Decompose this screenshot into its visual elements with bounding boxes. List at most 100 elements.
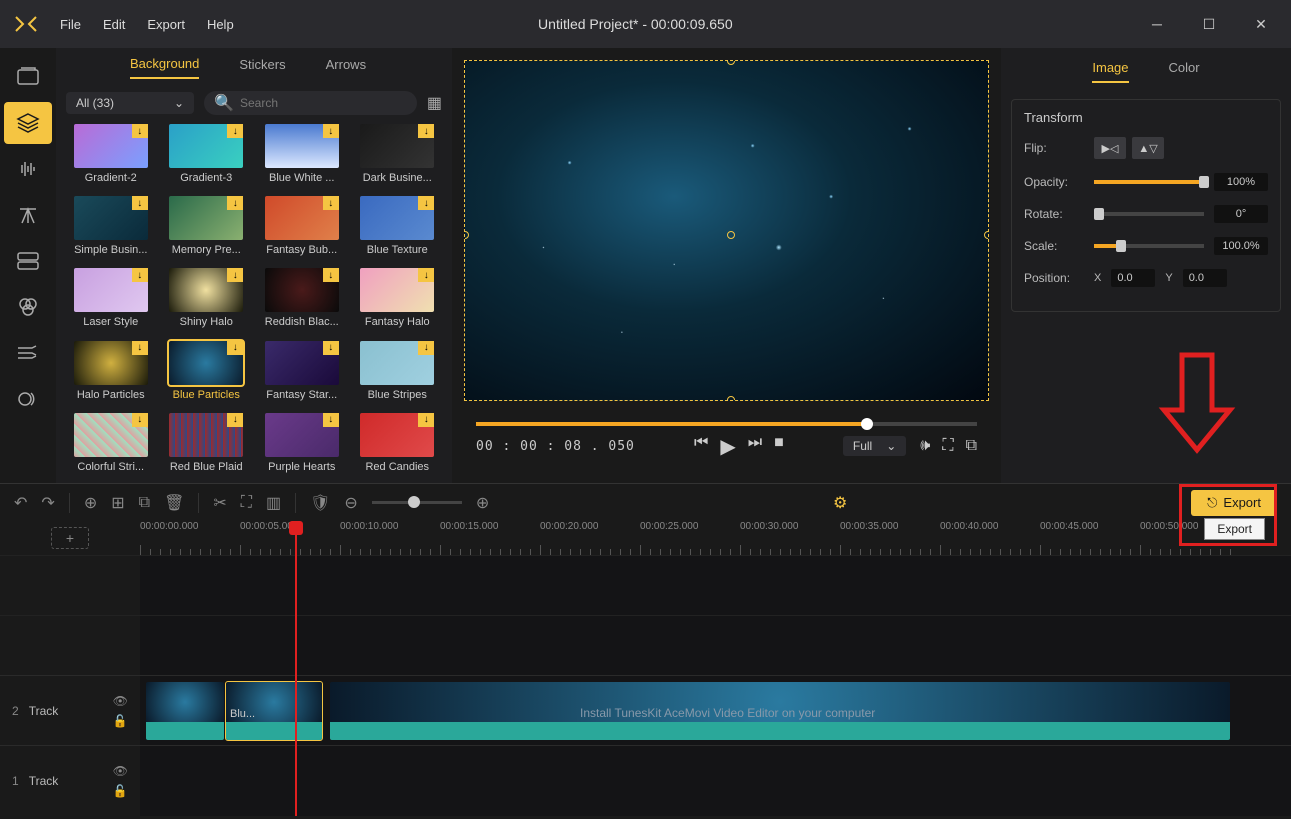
download-badge-icon[interactable]: ↓ — [418, 268, 434, 282]
background-item[interactable]: ↓Fantasy Star... — [257, 341, 347, 407]
background-thumb[interactable]: ↓ — [360, 413, 434, 457]
track-row[interactable] — [140, 745, 1291, 815]
nav-text-icon[interactable] — [4, 194, 52, 236]
download-badge-icon[interactable]: ↓ — [418, 124, 434, 138]
background-thumb[interactable]: ↓ — [169, 196, 243, 240]
background-item[interactable]: ↓Blue Particles — [162, 341, 252, 407]
background-thumb[interactable]: ↓ — [265, 196, 339, 240]
background-thumb[interactable]: ↓ — [360, 268, 434, 312]
playhead[interactable] — [295, 521, 297, 816]
add-icon[interactable]: ⊞ — [111, 493, 124, 513]
resize-handle[interactable] — [464, 231, 469, 239]
add-track-button[interactable]: + — [51, 527, 89, 549]
opacity-value[interactable]: 100% — [1214, 173, 1268, 191]
nav-transitions-icon[interactable] — [4, 332, 52, 374]
download-badge-icon[interactable]: ↓ — [227, 196, 243, 210]
download-badge-icon[interactable]: ↓ — [418, 413, 434, 427]
scale-value[interactable]: 100.0% — [1214, 237, 1268, 255]
settings-icon[interactable]: ⚙ — [833, 493, 847, 513]
rotate-value[interactable]: 0° — [1214, 205, 1268, 223]
background-item[interactable]: ↓Laser Style — [66, 268, 156, 334]
marker-icon[interactable]: ⊕ — [84, 493, 97, 513]
tag-icon[interactable]: 🛡 — [310, 493, 330, 513]
track-row[interactable]: Blu...Install TunesKit AceMovi Video Edi… — [140, 675, 1291, 745]
timeline-clip[interactable]: Install TunesKit AceMovi Video Editor on… — [330, 682, 1230, 740]
background-item[interactable]: ↓Blue White ... — [257, 124, 347, 190]
background-thumb[interactable]: ↓ — [360, 341, 434, 385]
background-thumb[interactable]: ↓ — [360, 124, 434, 168]
zoom-slider[interactable] — [372, 501, 462, 504]
menu-file[interactable]: File — [60, 17, 81, 32]
background-item[interactable]: ↓Gradient-2 — [66, 124, 156, 190]
download-badge-icon[interactable]: ↓ — [227, 268, 243, 282]
download-badge-icon[interactable]: ↓ — [132, 413, 148, 427]
progress-knob[interactable] — [861, 418, 873, 430]
timeline-body[interactable]: 00:00:00.00000:00:05.00000:00:10.00000:0… — [140, 521, 1291, 816]
background-thumb[interactable]: ↓ — [265, 124, 339, 168]
background-item[interactable]: ↓Red Candies — [353, 413, 443, 479]
background-thumb[interactable]: ↓ — [74, 341, 148, 385]
lock-icon[interactable]: 🔓 — [113, 784, 128, 798]
pos-x-value[interactable]: 0.0 — [1111, 269, 1155, 287]
grid-view-icon[interactable]: ▦ — [427, 93, 442, 113]
zoom-out-button[interactable]: ⊖ — [344, 493, 357, 513]
nav-filters-icon[interactable] — [4, 286, 52, 328]
lock-icon[interactable]: 🔓 — [113, 714, 128, 728]
volume-icon[interactable]: 🕪 — [920, 437, 930, 455]
size-select[interactable]: Full ⌄ — [843, 436, 906, 456]
tab-stickers[interactable]: Stickers — [239, 57, 285, 78]
progress-bar[interactable] — [476, 422, 977, 426]
background-item[interactable]: ↓Shiny Halo — [162, 268, 252, 334]
background-thumb[interactable]: ↓ — [74, 413, 148, 457]
background-item[interactable]: ↓Red Blue Plaid — [162, 413, 252, 479]
tab-background[interactable]: Background — [130, 56, 199, 79]
download-badge-icon[interactable]: ↓ — [132, 124, 148, 138]
download-badge-icon[interactable]: ↓ — [227, 413, 243, 427]
undo-button[interactable]: ↶ — [14, 493, 27, 513]
download-badge-icon[interactable]: ↓ — [132, 341, 148, 355]
menu-edit[interactable]: Edit — [103, 17, 125, 32]
play-button[interactable]: ▶ — [720, 434, 735, 459]
resize-handle[interactable] — [727, 60, 735, 65]
download-badge-icon[interactable]: ↓ — [227, 341, 243, 355]
prev-frame-button[interactable]: ⏮ — [694, 434, 708, 459]
download-badge-icon[interactable]: ↓ — [418, 341, 434, 355]
background-thumb[interactable]: ↓ — [265, 341, 339, 385]
download-badge-icon[interactable]: ↓ — [323, 124, 339, 138]
opacity-slider[interactable] — [1094, 180, 1204, 184]
next-frame-button[interactable]: ⏭ — [748, 434, 762, 459]
background-thumb[interactable]: ↓ — [360, 196, 434, 240]
background-item[interactable]: ↓Blue Texture — [353, 196, 443, 262]
close-button[interactable]: ✕ — [1241, 9, 1281, 39]
background-item[interactable]: ↓Fantasy Bub... — [257, 196, 347, 262]
pos-y-value[interactable]: 0.0 — [1183, 269, 1227, 287]
center-handle[interactable] — [727, 231, 735, 239]
background-item[interactable]: ↓Dark Busine... — [353, 124, 443, 190]
tab-image[interactable]: Image — [1092, 60, 1128, 83]
background-thumb[interactable]: ↓ — [74, 124, 148, 168]
track-header-2[interactable]: 2 Track 👁🔓 — [0, 675, 140, 745]
search-box[interactable]: 🔍 — [204, 91, 417, 115]
export-button[interactable]: ⎋ Export — [1191, 490, 1277, 516]
background-thumb[interactable]: ↓ — [169, 124, 243, 168]
background-thumb[interactable]: ↓ — [169, 268, 243, 312]
resize-handle[interactable] — [727, 396, 735, 401]
background-thumb[interactable]: ↓ — [169, 413, 243, 457]
fullscreen-icon[interactable]: ⧉ — [966, 437, 977, 455]
visibility-icon[interactable]: 👁 — [113, 764, 128, 778]
download-badge-icon[interactable]: ↓ — [323, 341, 339, 355]
resize-handle[interactable] — [984, 231, 989, 239]
background-item[interactable]: ↓Simple Busin... — [66, 196, 156, 262]
zoom-in-button[interactable]: ⊕ — [476, 493, 489, 513]
timeline-clip[interactable]: Blu... — [226, 682, 322, 740]
background-thumb[interactable]: ↓ — [169, 341, 243, 385]
background-item[interactable]: ↓Memory Pre... — [162, 196, 252, 262]
split-icon[interactable]: ▥ — [266, 493, 281, 513]
visibility-icon[interactable]: 👁 — [113, 694, 128, 708]
background-item[interactable]: ↓Gradient-3 — [162, 124, 252, 190]
scale-slider[interactable] — [1094, 244, 1204, 248]
download-badge-icon[interactable]: ↓ — [227, 124, 243, 138]
crop-icon[interactable]: ⛶ — [241, 494, 252, 512]
tab-color[interactable]: Color — [1169, 60, 1200, 83]
nav-audio-icon[interactable] — [4, 148, 52, 190]
